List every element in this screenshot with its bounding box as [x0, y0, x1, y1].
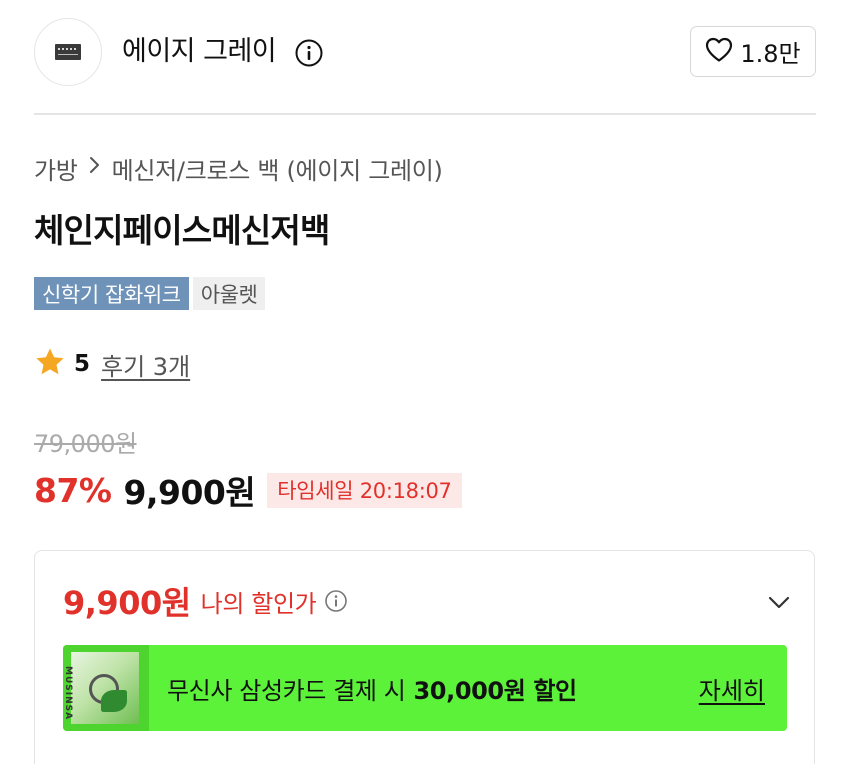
brand-logo[interactable]: [34, 18, 102, 86]
sale-price: 9,900원: [123, 473, 256, 512]
brand-header: 에이지 그레이 1.8만: [34, 18, 816, 86]
rating-score: 5: [74, 351, 91, 377]
product-title: 체인지페이스메신저백: [34, 211, 330, 250]
tag-event[interactable]: 신학기 잡화위크: [34, 277, 189, 310]
brand-name[interactable]: 에이지 그레이: [122, 32, 277, 72]
banner-condition: 무신사 삼성카드 결제 시: [167, 676, 406, 705]
my-discount-card: 9,900원 나의 할인가 MUSINSA 무신사 삼성카드 결제 시 30,0…: [34, 550, 815, 764]
breadcrumb-subcategory[interactable]: 메신저/크로스 백 (에이지 그레이): [112, 151, 443, 186]
rating: 5 후기 3개: [34, 346, 190, 382]
tag-outlet[interactable]: 아울렛: [192, 277, 266, 310]
discount-rate: 87%: [34, 470, 112, 510]
info-icon[interactable]: [294, 38, 324, 68]
my-price: 9,900원: [63, 584, 191, 622]
timesale-badge: 타임세일 20:18:07: [267, 472, 462, 508]
thumb-text: MUSINSA: [63, 666, 73, 721]
star-icon: [34, 346, 66, 382]
original-price: 79,000원: [34, 430, 137, 458]
breadcrumb: 가방 메신저/크로스 백 (에이지 그레이): [34, 150, 443, 186]
my-price-toggle[interactable]: 9,900원 나의 할인가: [63, 579, 348, 623]
tag-list: 신학기 잡화위크 아울렛: [34, 277, 266, 310]
price-row: 87% 9,900원 타임세일 20:18:07: [34, 468, 462, 512]
my-price-label: 나의 할인가: [200, 589, 317, 618]
chevron-right-icon: [88, 155, 102, 181]
like-button[interactable]: 1.8만: [690, 26, 816, 77]
info-icon[interactable]: [324, 589, 348, 613]
brand-logo-icon: [55, 44, 81, 60]
banner-text: 무신사 삼성카드 결제 시 30,000원 할인: [167, 645, 577, 731]
review-link[interactable]: 후기 3개: [101, 347, 190, 382]
breadcrumb-category[interactable]: 가방: [34, 151, 78, 186]
banner-amount: 30,000원 할인: [413, 676, 578, 705]
like-count: 1.8만: [740, 40, 801, 68]
card-promo-banner[interactable]: MUSINSA 무신사 삼성카드 결제 시 30,000원 할인 자세히: [63, 645, 787, 731]
card-thumbnail: MUSINSA: [63, 645, 149, 731]
heart-icon: [705, 37, 733, 67]
divider: [34, 113, 816, 115]
detail-link[interactable]: 자세히: [699, 645, 765, 731]
chevron-down-icon[interactable]: [764, 587, 794, 617]
